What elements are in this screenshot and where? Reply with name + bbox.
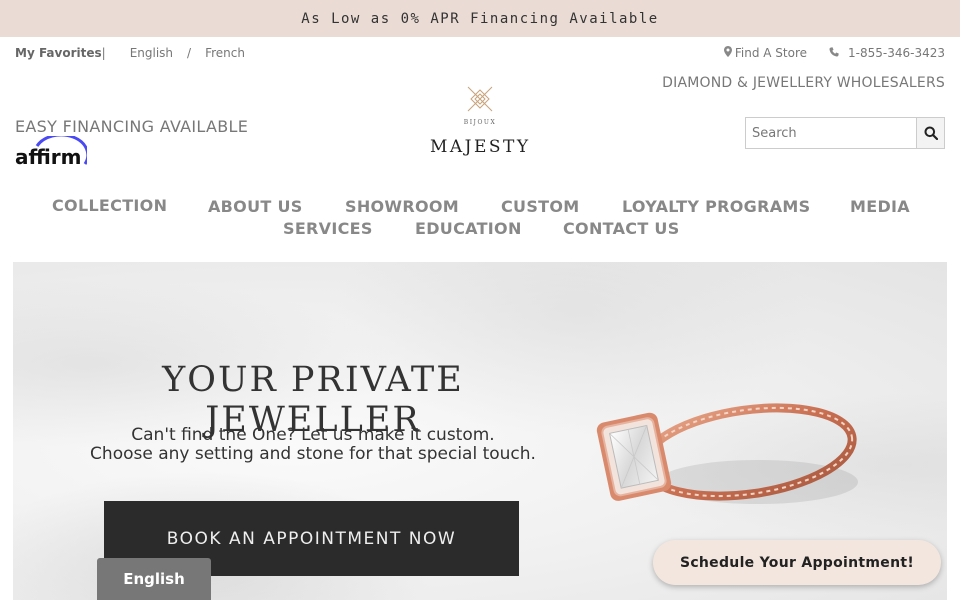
nav-item-showroom[interactable]: SHOWROOM [345, 197, 459, 216]
search-bar [745, 117, 945, 149]
brand-logo[interactable]: BIJOUX MAJESTY [430, 82, 530, 162]
nav-item-contact-us[interactable]: CONTACT US [563, 219, 680, 238]
utility-right: Find A Store 1-855-346-3423 [723, 46, 945, 60]
financing-text: EASY FINANCING AVAILABLE [15, 117, 249, 136]
diamond-emblem-icon [467, 86, 493, 112]
language-french-link[interactable]: French [205, 46, 245, 60]
search-button[interactable] [916, 118, 944, 148]
nav-item-collection[interactable]: COLLECTION [52, 196, 167, 215]
nav-item-custom[interactable]: CUSTOM [501, 197, 580, 216]
ring-image [596, 403, 858, 504]
utility-left: My Favorites | English / French [15, 46, 245, 60]
nav-item-services[interactable]: SERVICES [283, 219, 373, 238]
wholesalers-tagline: DIAMOND & JEWELLERY WHOLESALERS [662, 75, 945, 91]
language-slash: / [187, 46, 192, 60]
find-store-link[interactable]: Find A Store [735, 46, 807, 60]
hero-subtitle: Can't find the One? Let us make it custo… [68, 426, 558, 464]
logo-name: MAJESTY [430, 137, 531, 157]
phone-icon [829, 46, 839, 60]
promo-text: As Low as 0% APR Financing Available [301, 10, 659, 27]
affirm-logo[interactable]: affirm [15, 133, 90, 169]
search-icon [924, 126, 938, 140]
nav-item-loyalty-programs[interactable]: LOYALTY PROGRAMS [622, 197, 810, 216]
language-english-link[interactable]: English [130, 46, 173, 60]
promo-bar: As Low as 0% APR Financing Available [0, 0, 960, 37]
phone-number-link[interactable]: 1-855-346-3423 [848, 46, 945, 60]
hero-subtitle-line2: Choose any setting and stone for that sp… [90, 444, 536, 464]
logo-small-text: BIJOUX [463, 119, 497, 126]
svg-text:affirm: affirm [15, 145, 82, 166]
utility-separator: | [101, 46, 106, 60]
language-selector[interactable]: English [97, 558, 211, 600]
nav-item-education[interactable]: EDUCATION [415, 219, 522, 238]
schedule-appointment-button[interactable]: Schedule Your Appointment! [653, 540, 941, 585]
nav-item-about-us[interactable]: ABOUT US [208, 197, 303, 216]
search-input[interactable] [746, 118, 916, 148]
map-marker-icon [723, 46, 732, 60]
nav-item-media[interactable]: MEDIA [850, 197, 910, 216]
my-favorites-link[interactable]: My Favorites [15, 46, 102, 60]
hero-subtitle-line1: Can't find the One? Let us make it custo… [131, 425, 495, 445]
